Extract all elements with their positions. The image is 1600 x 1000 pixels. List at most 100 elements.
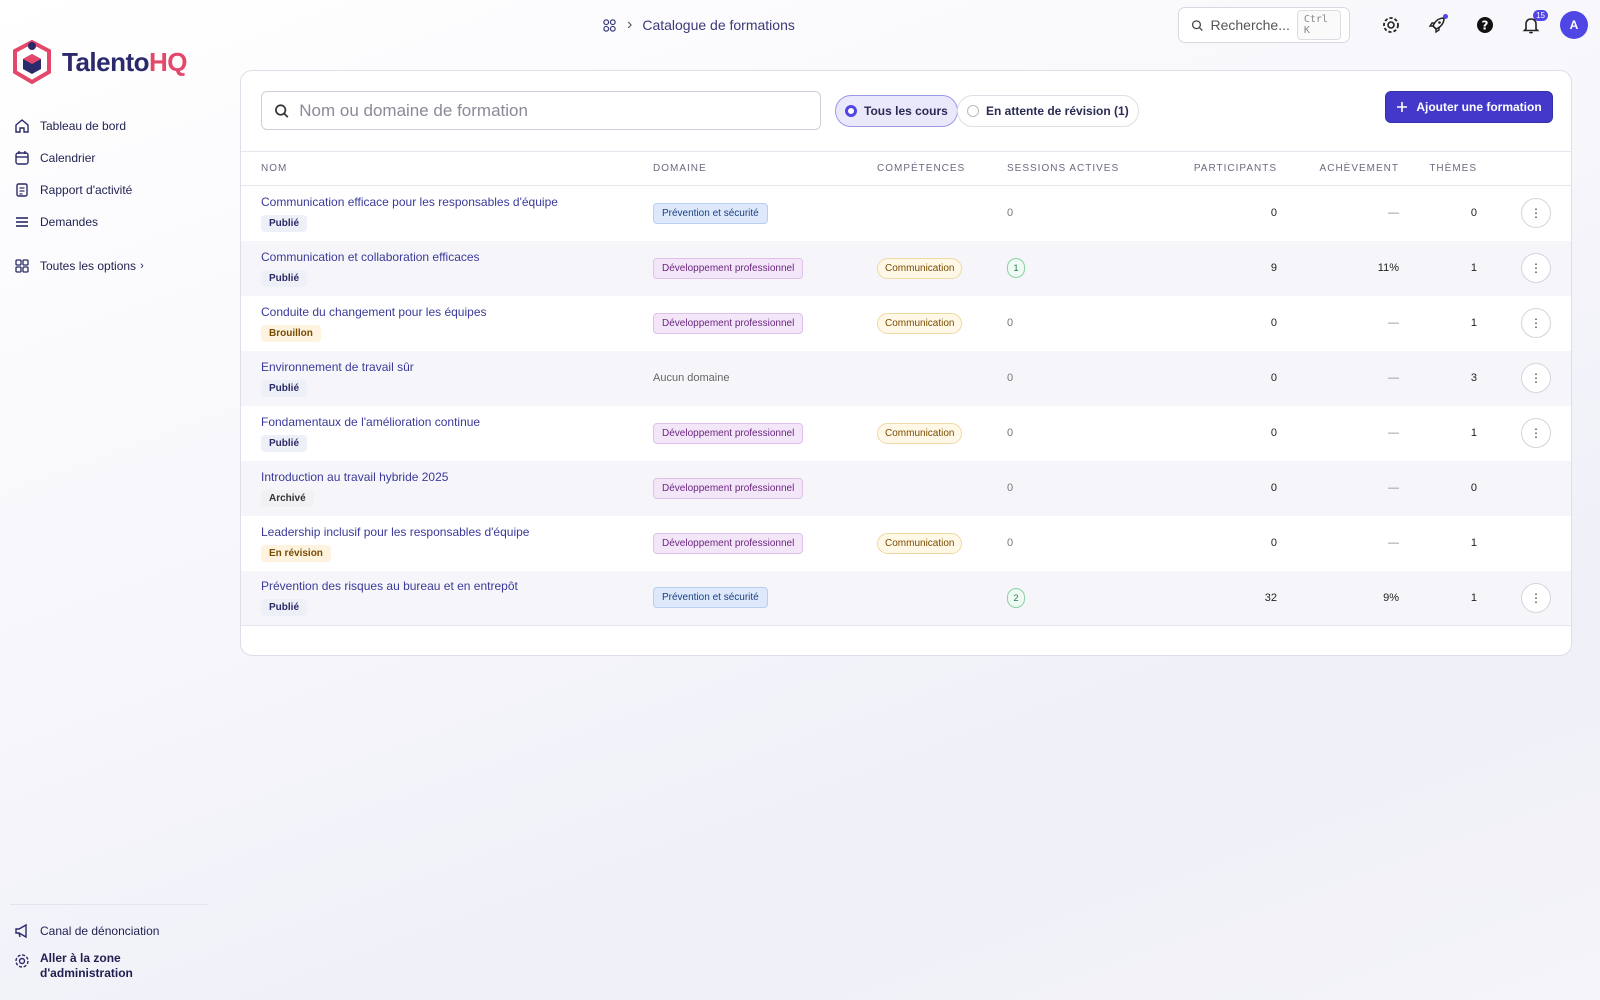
status-badge: Archivé xyxy=(261,489,314,507)
search-input[interactable] xyxy=(299,100,808,121)
sidebar-item-whistleblowing[interactable]: Canal de dénonciation xyxy=(10,915,208,947)
tab-all-courses[interactable]: Tous les cours xyxy=(835,95,958,127)
table-row: Conduite du changement pour les équipes … xyxy=(241,296,1571,351)
col-themes[interactable]: THÈMES xyxy=(1399,151,1477,186)
row-actions-button[interactable]: ⋮ xyxy=(1521,363,1551,393)
cell-skills: Communication xyxy=(877,406,1007,461)
gear-icon xyxy=(15,954,29,968)
filter-bar: Tous les cours En attente de révision (1… xyxy=(241,71,1571,151)
col-participants[interactable]: PARTICIPANTS xyxy=(1157,151,1277,186)
whats-new-button[interactable] xyxy=(1424,12,1450,38)
col-name[interactable]: NOM xyxy=(241,151,653,186)
cell-actions: ⋮ xyxy=(1477,296,1571,351)
megaphone-icon xyxy=(15,923,27,939)
course-link[interactable]: Communication et collaboration efficaces xyxy=(261,250,653,264)
sidebar-item-label: Demandes xyxy=(40,215,99,229)
help-button[interactable]: ? xyxy=(1472,12,1498,38)
sidebar-item-activity-report[interactable]: Rapport d'activité xyxy=(14,174,204,206)
sessions-value: 0 xyxy=(1007,207,1014,220)
sidebar-item-label: Rapport d'activité xyxy=(40,183,133,197)
course-link[interactable]: Leadership inclusif pour les responsable… xyxy=(261,525,653,539)
course-link[interactable]: Prévention des risques au bureau et en e… xyxy=(261,579,653,593)
sidebar-item-calendar[interactable]: Calendrier xyxy=(14,142,204,174)
col-skills[interactable]: COMPÉTENCES xyxy=(877,151,1007,186)
list-icon xyxy=(16,217,28,227)
add-course-label: Ajouter une formation xyxy=(1416,100,1542,114)
participants-value: 0 xyxy=(1270,372,1277,384)
notifications-button[interactable]: 15 xyxy=(1518,10,1548,38)
courses-card: Tous les cours En attente de révision (1… xyxy=(240,70,1572,656)
cell-name: Prévention des risques au bureau et en e… xyxy=(241,571,653,626)
sidebar-item-label: Calendrier xyxy=(40,151,96,165)
cell-actions: ⋮ xyxy=(1477,241,1571,296)
cell-sessions: 0 xyxy=(1007,516,1157,571)
cell-name: Leadership inclusif pour les responsable… xyxy=(241,516,653,571)
course-link[interactable]: Communication efficace pour les responsa… xyxy=(261,195,653,209)
status-badge: Publié xyxy=(261,214,308,232)
completion-value: — xyxy=(1388,372,1399,384)
col-domain[interactable]: DOMAINE xyxy=(653,151,877,186)
cell-completion: — xyxy=(1277,186,1399,241)
participants-value: 0 xyxy=(1270,317,1277,329)
cell-sessions: 0 xyxy=(1007,186,1157,241)
cell-name: Conduite du changement pour les équipes … xyxy=(241,296,653,351)
tab-label: En attente de révision (1) xyxy=(986,104,1129,118)
cell-actions xyxy=(1477,461,1571,516)
cell-participants: 0 xyxy=(1157,461,1277,516)
settings-button[interactable] xyxy=(1378,12,1404,38)
grid-icon[interactable] xyxy=(602,18,617,33)
chevron-right-icon: › xyxy=(627,16,633,33)
table-row: Prévention des risques au bureau et en e… xyxy=(241,570,1571,626)
logo[interactable]: TalentoHQ xyxy=(12,40,188,84)
row-actions-button[interactable]: ⋮ xyxy=(1521,418,1551,448)
course-link[interactable]: Conduite du changement pour les équipes xyxy=(261,305,653,319)
more-vertical-icon: ⋮ xyxy=(1530,316,1542,330)
sidebar-item-all-options[interactable]: Toutes les options › xyxy=(14,250,204,282)
row-actions-button[interactable]: ⋮ xyxy=(1521,253,1551,283)
tab-label: Tous les cours xyxy=(864,104,948,118)
course-link[interactable]: Environnement de travail sûr xyxy=(261,360,653,374)
row-actions-button[interactable]: ⋮ xyxy=(1521,308,1551,338)
cell-themes: 0 xyxy=(1399,461,1477,516)
cell-sessions: 2 xyxy=(1007,571,1157,626)
sidebar-item-requests[interactable]: Demandes xyxy=(14,206,204,238)
table-row: Fondamentaux de l'amélioration continue … xyxy=(241,406,1571,461)
domain-tag: Prévention et sécurité xyxy=(653,587,768,609)
col-completion[interactable]: ACHÈVEMENT xyxy=(1277,151,1399,186)
cell-completion: — xyxy=(1277,461,1399,516)
avatar[interactable]: A xyxy=(1560,11,1588,39)
completion-value: 11% xyxy=(1377,262,1399,274)
row-actions-button[interactable]: ⋮ xyxy=(1521,198,1551,229)
row-actions-button[interactable]: ⋮ xyxy=(1521,582,1551,613)
gear-icon xyxy=(1383,17,1399,33)
skill-tag: Communication xyxy=(877,312,963,334)
sidebar-item-admin[interactable]: Aller à la zone d'administration xyxy=(10,947,208,981)
skill-tag: Communication xyxy=(877,532,963,554)
cell-skills: Communication xyxy=(877,296,1007,351)
cell-skills: Communication xyxy=(877,241,1007,296)
cell-domain: Prévention et sécurité xyxy=(653,571,877,626)
domain-tag: Développement professionnel xyxy=(653,422,804,444)
themes-value: 1 xyxy=(1470,317,1477,329)
global-search[interactable]: Recherche... Ctrl K xyxy=(1178,7,1350,43)
cell-name: Communication efficace pour les responsa… xyxy=(241,186,653,241)
cell-sessions: 1 xyxy=(1007,241,1157,296)
more-vertical-icon: ⋮ xyxy=(1530,590,1542,605)
status-badge: Brouillon xyxy=(261,324,321,342)
sessions-badge: 2 xyxy=(1007,587,1025,608)
table-row: Environnement de travail sûr Publié Aucu… xyxy=(241,350,1571,406)
add-course-button[interactable]: Ajouter une formation xyxy=(1385,91,1553,123)
svg-text:?: ? xyxy=(1482,19,1489,33)
cell-actions xyxy=(1477,516,1571,571)
cell-themes: 1 xyxy=(1399,406,1477,461)
cell-participants: 0 xyxy=(1157,186,1277,241)
sidebar-item-dashboard[interactable]: Tableau de bord xyxy=(14,110,204,142)
col-active-sessions[interactable]: SESSIONS ACTIVES xyxy=(1007,151,1157,186)
more-vertical-icon: ⋮ xyxy=(1530,261,1542,275)
course-link[interactable]: Introduction au travail hybride 2025 xyxy=(261,470,653,484)
themes-value: 1 xyxy=(1470,537,1477,549)
sidebar-item-label: Aller à la zone d'administration xyxy=(40,951,133,980)
course-link[interactable]: Fondamentaux de l'amélioration continue xyxy=(261,415,653,429)
cell-participants: 0 xyxy=(1157,406,1277,461)
tab-pending-review[interactable]: En attente de révision (1) xyxy=(957,95,1139,127)
